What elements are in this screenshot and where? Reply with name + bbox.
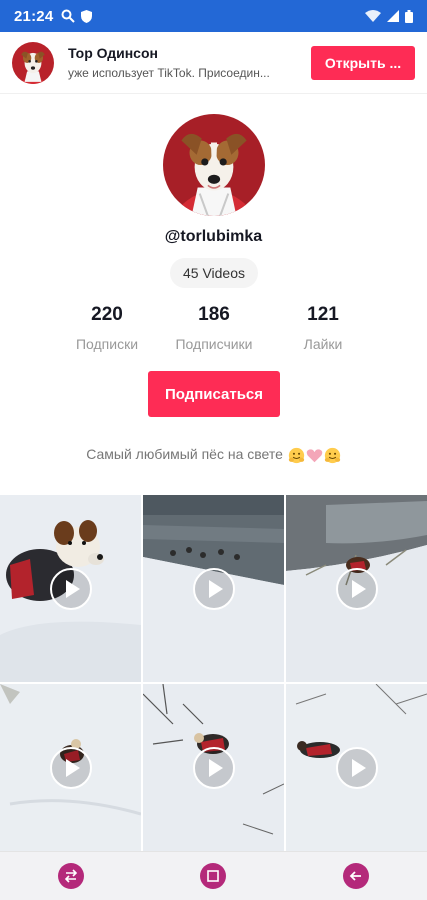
bio-text: Самый любимый пёс на свете: [86, 446, 283, 462]
video-thumbnail[interactable]: [0, 495, 141, 682]
follow-button[interactable]: Подписаться: [148, 371, 280, 417]
banner-user-name: Тор Одинсон: [68, 45, 158, 61]
system-navigation-bar: [0, 851, 427, 900]
video-grid: [0, 495, 427, 852]
stat-likes-value: 121: [307, 304, 339, 325]
search-icon: [61, 9, 76, 23]
shield-icon: [81, 9, 93, 23]
open-app-banner: Тор Одинсон уже использует TikTok. Присо…: [0, 32, 427, 94]
profile-avatar: [163, 114, 265, 216]
video-thumbnail[interactable]: [143, 495, 284, 682]
status-bar: 21:24: [0, 0, 427, 32]
stat-following-label: Подписки: [75, 336, 139, 352]
status-time: 21:24: [14, 7, 54, 25]
stat-following: 220 Подписки: [52, 304, 162, 352]
wifi-icon: [365, 10, 381, 22]
stat-likes: 121 Лайки: [268, 304, 378, 352]
play-icon: [335, 747, 378, 789]
video-thumbnail[interactable]: [286, 495, 427, 682]
stat-following-value: 220: [91, 304, 123, 325]
stat-followers-value: 186: [198, 304, 230, 325]
video-thumbnail[interactable]: [143, 684, 284, 852]
home-icon[interactable]: [200, 863, 227, 889]
stat-likes-label: Лайки: [303, 336, 343, 352]
hugging-face-emoji: [288, 447, 304, 463]
video-thumbnail[interactable]: [286, 684, 427, 852]
hugging-face-emoji: [324, 447, 340, 463]
play-icon: [192, 747, 235, 789]
banner-subtitle: уже использует TikTok. Присоедин...: [68, 66, 270, 80]
play-icon: [49, 567, 92, 610]
tiktok-profile-page: 21:24 Тор Одинсон уже использует TikTok.…: [0, 0, 427, 900]
profile-username: @torlubimka: [164, 228, 263, 245]
back-icon[interactable]: [342, 863, 369, 889]
signal-icon: [387, 10, 399, 22]
pink-heart-emoji: [306, 449, 323, 463]
video-thumbnail[interactable]: [0, 684, 141, 852]
open-app-button[interactable]: Открыть ...: [311, 45, 415, 80]
recent-apps-icon[interactable]: [58, 863, 85, 889]
play-icon: [335, 567, 378, 610]
stat-followers-label: Подписчики: [175, 336, 253, 352]
play-icon: [49, 747, 92, 789]
play-icon: [192, 567, 235, 610]
videos-count-badge: 45 Videos: [170, 258, 258, 288]
profile-bio: Самый любимый пёс на свете: [0, 446, 427, 464]
battery-icon: [405, 9, 413, 23]
banner-avatar[interactable]: [12, 41, 54, 84]
stat-followers: 186 Подписчики: [159, 304, 269, 352]
